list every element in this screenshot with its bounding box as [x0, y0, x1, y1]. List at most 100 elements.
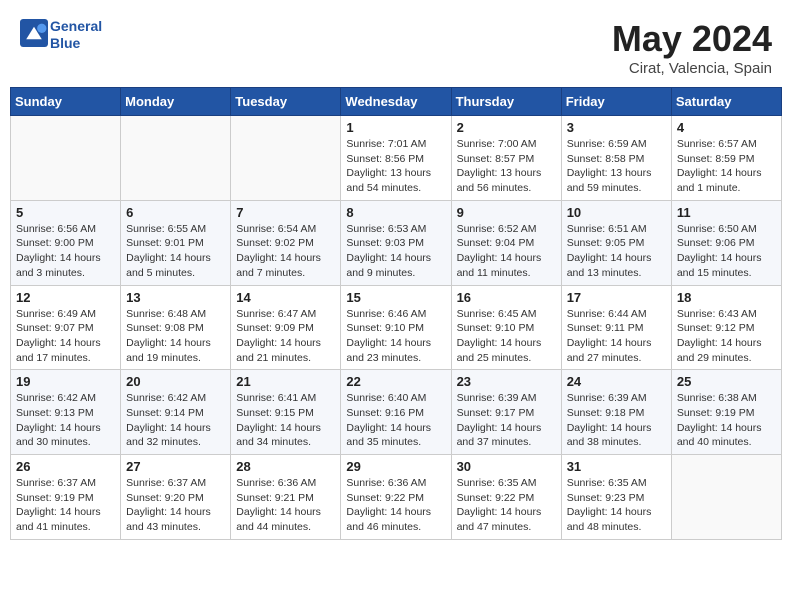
day-cell: 15 Sunrise: 6:46 AM Sunset: 9:10 PM Dayli…: [341, 285, 451, 370]
day-cell: 17 Sunrise: 6:44 AM Sunset: 9:11 PM Dayli…: [561, 285, 671, 370]
day-cell: 8 Sunrise: 6:53 AM Sunset: 9:03 PM Daylig…: [341, 200, 451, 285]
day-cell: 16 Sunrise: 6:45 AM Sunset: 9:10 PM Dayli…: [451, 285, 561, 370]
day-cell: 27 Sunrise: 6:37 AM Sunset: 9:20 PM Dayli…: [121, 455, 231, 540]
day-number: 5: [16, 205, 115, 220]
day-number: 30: [457, 459, 556, 474]
day-info: Sunrise: 7:00 AM Sunset: 8:57 PM Dayligh…: [457, 137, 556, 196]
day-cell: 18 Sunrise: 6:43 AM Sunset: 9:12 PM Dayli…: [671, 285, 781, 370]
weekday-header: SundayMondayTuesdayWednesdayThursdayFrid…: [11, 88, 782, 116]
day-number: 17: [567, 290, 666, 305]
day-info: Sunrise: 6:48 AM Sunset: 9:08 PM Dayligh…: [126, 307, 225, 366]
day-info: Sunrise: 6:52 AM Sunset: 9:04 PM Dayligh…: [457, 222, 556, 281]
day-cell: 21 Sunrise: 6:41 AM Sunset: 9:15 PM Dayli…: [231, 370, 341, 455]
day-info: Sunrise: 6:37 AM Sunset: 9:19 PM Dayligh…: [16, 476, 115, 535]
day-info: Sunrise: 6:36 AM Sunset: 9:22 PM Dayligh…: [346, 476, 445, 535]
day-number: 2: [457, 120, 556, 135]
weekday-header-sunday: Sunday: [11, 88, 121, 116]
weekday-header-monday: Monday: [121, 88, 231, 116]
day-info: Sunrise: 6:46 AM Sunset: 9:10 PM Dayligh…: [346, 307, 445, 366]
logo-icon: [20, 19, 48, 47]
day-number: 28: [236, 459, 335, 474]
weekday-header-thursday: Thursday: [451, 88, 561, 116]
day-cell: 4Sunrise: 6:57 AM Sunset: 8:59 PM Daylig…: [671, 116, 781, 201]
title-area: May 2024 Cirat, Valencia, Spain: [612, 18, 772, 77]
day-info: Sunrise: 6:41 AM Sunset: 9:15 PM Dayligh…: [236, 391, 335, 450]
day-cell: 5 Sunrise: 6:56 AM Sunset: 9:00 PM Daylig…: [11, 200, 121, 285]
day-info: Sunrise: 6:35 AM Sunset: 9:23 PM Dayligh…: [567, 476, 666, 535]
day-cell: 19 Sunrise: 6:42 AM Sunset: 9:13 PM Dayli…: [11, 370, 121, 455]
day-info: Sunrise: 6:49 AM Sunset: 9:07 PM Dayligh…: [16, 307, 115, 366]
day-info: Sunrise: 6:42 AM Sunset: 9:13 PM Dayligh…: [16, 391, 115, 450]
day-number: 12: [16, 290, 115, 305]
day-number: 20: [126, 374, 225, 389]
day-info: Sunrise: 7:01 AM Sunset: 8:56 PM Dayligh…: [346, 137, 445, 196]
day-number: 31: [567, 459, 666, 474]
day-cell: 12 Sunrise: 6:49 AM Sunset: 9:07 PM Dayli…: [11, 285, 121, 370]
day-info: Sunrise: 6:43 AM Sunset: 9:12 PM Dayligh…: [677, 307, 776, 366]
day-number: 7: [236, 205, 335, 220]
day-number: 26: [16, 459, 115, 474]
calendar-body: 1 Sunrise: 7:01 AM Sunset: 8:56 PM Daylig…: [11, 116, 782, 540]
logo: General Blue: [20, 18, 102, 52]
location: Cirat, Valencia, Spain: [612, 60, 772, 77]
week-row-1: 1 Sunrise: 7:01 AM Sunset: 8:56 PM Daylig…: [11, 116, 782, 201]
day-info: Sunrise: 6:56 AM Sunset: 9:00 PM Dayligh…: [16, 222, 115, 281]
day-number: 3: [567, 120, 666, 135]
day-number: 27: [126, 459, 225, 474]
day-cell: 7 Sunrise: 6:54 AM Sunset: 9:02 PM Daylig…: [231, 200, 341, 285]
day-number: 13: [126, 290, 225, 305]
day-number: 23: [457, 374, 556, 389]
day-info: Sunrise: 6:59 AM Sunset: 8:58 PM Dayligh…: [567, 137, 666, 196]
day-cell: 28 Sunrise: 6:36 AM Sunset: 9:21 PM Dayli…: [231, 455, 341, 540]
day-info: Sunrise: 6:36 AM Sunset: 9:21 PM Dayligh…: [236, 476, 335, 535]
day-info: Sunrise: 6:45 AM Sunset: 9:10 PM Dayligh…: [457, 307, 556, 366]
day-info: Sunrise: 6:44 AM Sunset: 9:11 PM Dayligh…: [567, 307, 666, 366]
day-number: 15: [346, 290, 445, 305]
week-row-4: 19 Sunrise: 6:42 AM Sunset: 9:13 PM Dayli…: [11, 370, 782, 455]
day-info: Sunrise: 6:39 AM Sunset: 9:17 PM Dayligh…: [457, 391, 556, 450]
day-info: Sunrise: 6:50 AM Sunset: 9:06 PM Dayligh…: [677, 222, 776, 281]
day-number: 25: [677, 374, 776, 389]
day-info: Sunrise: 6:53 AM Sunset: 9:03 PM Dayligh…: [346, 222, 445, 281]
day-cell: [671, 455, 781, 540]
month-title: May 2024: [612, 18, 772, 60]
day-number: 21: [236, 374, 335, 389]
day-cell: [121, 116, 231, 201]
day-number: 19: [16, 374, 115, 389]
day-cell: 30Sunrise: 6:35 AM Sunset: 9:22 PM Dayli…: [451, 455, 561, 540]
day-number: 16: [457, 290, 556, 305]
day-number: 11: [677, 205, 776, 220]
day-cell: [11, 116, 121, 201]
day-info: Sunrise: 6:54 AM Sunset: 9:02 PM Dayligh…: [236, 222, 335, 281]
weekday-header-saturday: Saturday: [671, 88, 781, 116]
day-info: Sunrise: 6:37 AM Sunset: 9:20 PM Dayligh…: [126, 476, 225, 535]
week-row-5: 26 Sunrise: 6:37 AM Sunset: 9:19 PM Dayli…: [11, 455, 782, 540]
day-cell: 2 Sunrise: 7:00 AM Sunset: 8:57 PM Daylig…: [451, 116, 561, 201]
day-number: 18: [677, 290, 776, 305]
day-cell: 9 Sunrise: 6:52 AM Sunset: 9:04 PM Daylig…: [451, 200, 561, 285]
weekday-header-friday: Friday: [561, 88, 671, 116]
day-cell: 29 Sunrise: 6:36 AM Sunset: 9:22 PM Dayli…: [341, 455, 451, 540]
day-info: Sunrise: 6:42 AM Sunset: 9:14 PM Dayligh…: [126, 391, 225, 450]
day-number: 8: [346, 205, 445, 220]
day-cell: 14Sunrise: 6:47 AM Sunset: 9:09 PM Dayli…: [231, 285, 341, 370]
day-cell: 31 Sunrise: 6:35 AM Sunset: 9:23 PM Dayli…: [561, 455, 671, 540]
day-cell: 6Sunrise: 6:55 AM Sunset: 9:01 PM Daylig…: [121, 200, 231, 285]
weekday-header-tuesday: Tuesday: [231, 88, 341, 116]
day-info: Sunrise: 6:55 AM Sunset: 9:01 PM Dayligh…: [126, 222, 225, 281]
day-number: 29: [346, 459, 445, 474]
day-number: 1: [346, 120, 445, 135]
day-cell: 10Sunrise: 6:51 AM Sunset: 9:05 PM Dayli…: [561, 200, 671, 285]
day-cell: 26 Sunrise: 6:37 AM Sunset: 9:19 PM Dayli…: [11, 455, 121, 540]
day-info: Sunrise: 6:40 AM Sunset: 9:16 PM Dayligh…: [346, 391, 445, 450]
day-info: Sunrise: 6:47 AM Sunset: 9:09 PM Dayligh…: [236, 307, 335, 366]
day-number: 9: [457, 205, 556, 220]
day-cell: [231, 116, 341, 201]
day-cell: 25 Sunrise: 6:38 AM Sunset: 9:19 PM Dayli…: [671, 370, 781, 455]
day-info: Sunrise: 6:38 AM Sunset: 9:19 PM Dayligh…: [677, 391, 776, 450]
day-number: 4: [677, 120, 776, 135]
day-info: Sunrise: 6:39 AM Sunset: 9:18 PM Dayligh…: [567, 391, 666, 450]
logo-line1: General: [50, 18, 102, 35]
day-number: 24: [567, 374, 666, 389]
logo-line2: Blue: [50, 35, 102, 52]
